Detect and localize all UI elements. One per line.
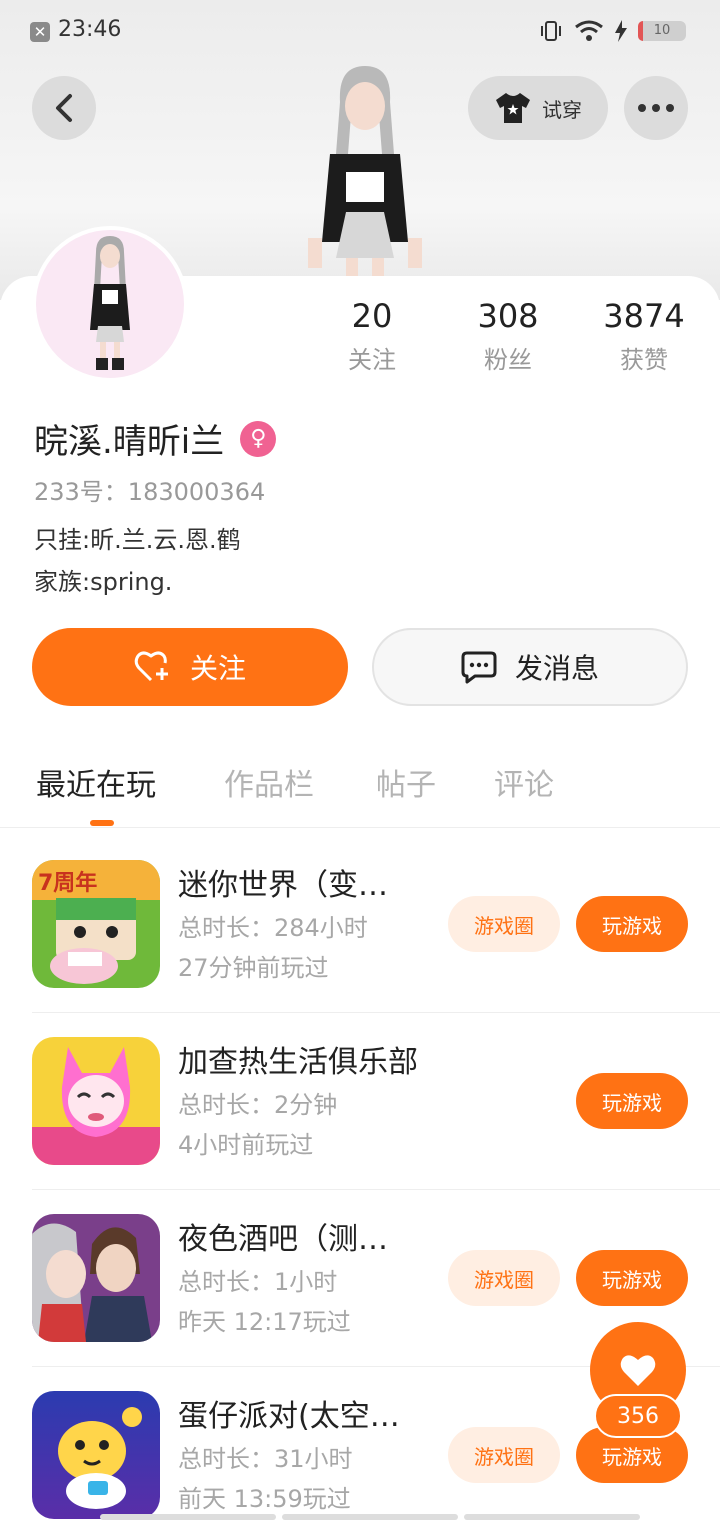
hero-avatar-figure	[308, 66, 422, 284]
tab-recently-played[interactable]: 最近在玩	[36, 760, 156, 804]
stat-likes[interactable]: 3874 获赞	[584, 296, 704, 375]
eggy-party-icon	[32, 1391, 160, 1519]
active-tab-indicator	[90, 820, 114, 826]
row-divider	[32, 1189, 720, 1190]
tab-comments[interactable]: 评论	[494, 760, 554, 804]
battery-text: 10	[653, 23, 671, 38]
message-label: 发消息	[514, 652, 599, 685]
more-options-button[interactable]	[624, 76, 688, 140]
chevron-left-icon	[56, 94, 72, 122]
game-title: 加查热生活俱乐部	[178, 1045, 418, 1080]
stat-followers[interactable]: 308 粉丝	[448, 296, 568, 375]
followers-label: 粉丝	[484, 346, 532, 374]
like-count-badge: 356	[594, 1394, 682, 1438]
last-played: 27分钟前玩过	[178, 954, 329, 982]
last-played: 4小时前玩过	[178, 1131, 314, 1159]
user-id: 233号：183000364	[34, 478, 266, 506]
heart-plus-icon	[134, 651, 168, 682]
try-on-label: 试穿	[542, 97, 582, 122]
status-bar: ✕ 23:46 10	[0, 0, 720, 62]
game-circle-button[interactable]: 游戏圈	[448, 896, 560, 952]
chat-bubble-icon	[461, 651, 497, 684]
scroll-segment	[464, 1514, 640, 1520]
likes-count: 3874	[603, 297, 685, 335]
following-label: 关注	[348, 346, 396, 374]
game-circle-button[interactable]: 游戏圈	[448, 1250, 560, 1306]
status-icons: 10	[538, 18, 686, 44]
wifi-icon	[575, 20, 603, 41]
game-circle-button[interactable]: 游戏圈	[448, 1427, 560, 1483]
following-count: 20	[351, 297, 393, 335]
charging-icon	[615, 20, 627, 42]
heart-icon	[620, 1355, 656, 1386]
row-divider	[32, 1012, 720, 1013]
play-duration: 总时长：284小时	[178, 914, 368, 942]
avatar-figure-image	[90, 236, 130, 370]
bottom-scroll-indicator	[100, 1514, 640, 1520]
play-game-button[interactable]: 玩游戏	[576, 896, 688, 952]
play-game-button[interactable]: 玩游戏	[576, 1073, 688, 1129]
status-time: 23:46	[58, 17, 122, 42]
profile-avatar[interactable]	[32, 226, 188, 382]
send-message-button[interactable]: 发消息	[372, 628, 688, 706]
play-duration: 总时长：1小时	[178, 1268, 338, 1296]
bio-line-2: 家族:spring.	[34, 568, 173, 596]
back-button[interactable]	[32, 76, 96, 140]
svg-text:7周年: 7周年	[38, 870, 97, 896]
battery-indicator: 10	[638, 21, 686, 41]
more-dots-icon	[638, 104, 674, 112]
username: 晥溪.晴昕i兰	[34, 422, 225, 462]
game-row[interactable]: 加查热生活俱乐部 总时长：2分钟 4小时前玩过 玩游戏	[0, 1037, 720, 1213]
likes-label: 获赞	[620, 346, 668, 374]
follow-label: 关注	[189, 652, 246, 685]
bio-line-1: 只挂:昕.兰.云.恩.鹤	[34, 526, 241, 554]
play-duration: 总时长：2分钟	[178, 1091, 338, 1119]
gacha-club-icon	[32, 1037, 160, 1165]
notification-x-icon: ✕	[30, 22, 50, 42]
play-duration: 总时长：31小时	[178, 1445, 353, 1473]
followers-count: 308	[477, 297, 539, 335]
night-bar-icon	[32, 1214, 160, 1342]
game-row[interactable]: 7周年 迷你世界（变… 总时长：284小时 27分钟前玩过 游戏圈 玩游戏	[0, 860, 720, 1036]
follow-button[interactable]: 关注	[32, 628, 348, 706]
username-row: 晥溪.晴昕i兰 ♀	[34, 414, 277, 463]
game-title: 蛋仔派对(太空…	[178, 1399, 400, 1434]
mini-world-icon: 7周年	[32, 860, 160, 988]
game-title: 夜色酒吧（测…	[178, 1222, 388, 1257]
scroll-segment	[282, 1514, 458, 1520]
play-game-button[interactable]: 玩游戏	[576, 1250, 688, 1306]
game-title: 迷你世界（变…	[178, 868, 388, 903]
profile-tabs: 最近在玩 作品栏 帖子 评论	[0, 756, 720, 828]
last-played: 前天 13:59玩过	[178, 1485, 351, 1513]
try-on-button[interactable]: 试穿	[468, 76, 608, 140]
stat-following[interactable]: 20 关注	[312, 296, 432, 375]
tab-works[interactable]: 作品栏	[224, 760, 314, 804]
scroll-segment	[100, 1514, 276, 1520]
vibrate-icon	[541, 21, 561, 41]
female-gender-icon: ♀	[240, 420, 277, 457]
tab-posts[interactable]: 帖子	[376, 760, 436, 804]
tshirt-icon	[496, 93, 530, 123]
last-played: 昨天 12:17玩过	[178, 1308, 351, 1336]
